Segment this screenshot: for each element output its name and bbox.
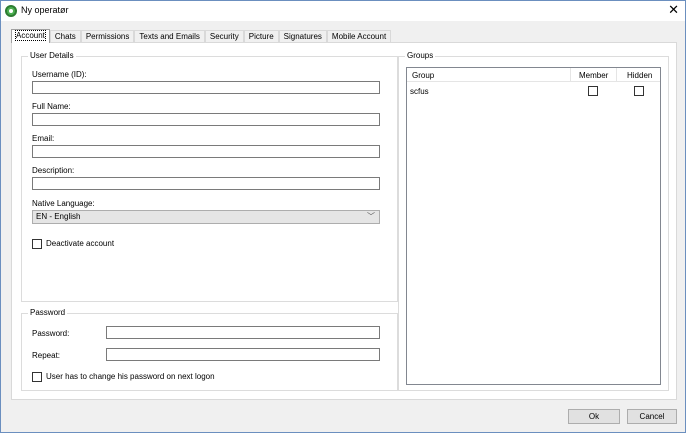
- user-details-legend: User Details: [28, 51, 76, 60]
- username-label: Username (ID):: [32, 70, 87, 79]
- title-bar: Ny operatør ✕: [1, 1, 685, 21]
- fullname-input[interactable]: [32, 113, 380, 126]
- description-input[interactable]: [32, 177, 380, 190]
- column-separator: [570, 68, 571, 82]
- tab-mobile-account[interactable]: Mobile Account: [326, 30, 392, 42]
- groups-group: Groups Group Member Hidden scfus: [398, 51, 669, 391]
- hidden-checkbox[interactable]: [634, 86, 644, 96]
- column-header-group[interactable]: Group: [412, 71, 434, 80]
- change-password-checkbox[interactable]: [32, 372, 42, 382]
- username-input[interactable]: [32, 81, 380, 94]
- app-icon: [5, 5, 17, 17]
- change-password-label: User has to change his password on next …: [46, 372, 215, 381]
- password-input[interactable]: [106, 326, 380, 339]
- tab-chats[interactable]: Chats: [49, 30, 81, 42]
- tab-account[interactable]: Account: [11, 29, 50, 43]
- tab-bar: Account Chats Permissions Texts and Emai…: [11, 29, 392, 43]
- cancel-button[interactable]: Cancel: [627, 409, 677, 424]
- tab-texts-and-emails[interactable]: Texts and Emails: [134, 30, 205, 42]
- tab-signatures[interactable]: Signatures: [278, 30, 327, 42]
- groups-legend: Groups: [405, 51, 436, 60]
- language-select[interactable]: EN - English ﹀: [32, 210, 380, 224]
- tab-security[interactable]: Security: [204, 30, 244, 42]
- groups-grid-header: Group Member Hidden: [407, 68, 660, 82]
- groups-grid: Group Member Hidden scfus: [406, 67, 661, 385]
- column-separator: [616, 68, 617, 82]
- email-input[interactable]: [32, 145, 380, 158]
- chevron-down-icon: ﹀: [367, 212, 375, 221]
- group-name-cell: scfus: [410, 87, 429, 96]
- language-label: Native Language:: [32, 199, 95, 208]
- window-title: Ny operatør: [21, 5, 69, 15]
- password-group: Password Password: Repeat: User has to c…: [21, 308, 398, 391]
- close-icon[interactable]: ✕: [668, 3, 679, 17]
- description-label: Description:: [32, 166, 75, 175]
- user-details-group: User Details Username (ID): Full Name: E…: [21, 51, 398, 302]
- table-row[interactable]: scfus: [407, 83, 660, 99]
- email-label: Email:: [32, 134, 55, 143]
- language-select-value: EN - English: [36, 212, 81, 221]
- fullname-label: Full Name:: [32, 102, 71, 111]
- repeat-label: Repeat:: [32, 351, 61, 360]
- account-tab-panel: User Details Username (ID): Full Name: E…: [11, 42, 677, 400]
- ok-button[interactable]: Ok: [568, 409, 620, 424]
- password-legend: Password: [28, 308, 68, 317]
- column-header-member[interactable]: Member: [579, 71, 608, 80]
- deactivate-label: Deactivate account: [46, 239, 115, 248]
- tab-picture[interactable]: Picture: [243, 30, 279, 42]
- column-header-hidden[interactable]: Hidden: [627, 71, 652, 80]
- dialog-window: Ny operatør ✕ Account Chats Permissions …: [0, 0, 686, 433]
- repeat-password-input[interactable]: [106, 348, 380, 361]
- deactivate-checkbox[interactable]: [32, 239, 42, 249]
- password-label: Password:: [32, 329, 70, 338]
- member-checkbox[interactable]: [588, 86, 598, 96]
- tab-permissions[interactable]: Permissions: [80, 30, 135, 42]
